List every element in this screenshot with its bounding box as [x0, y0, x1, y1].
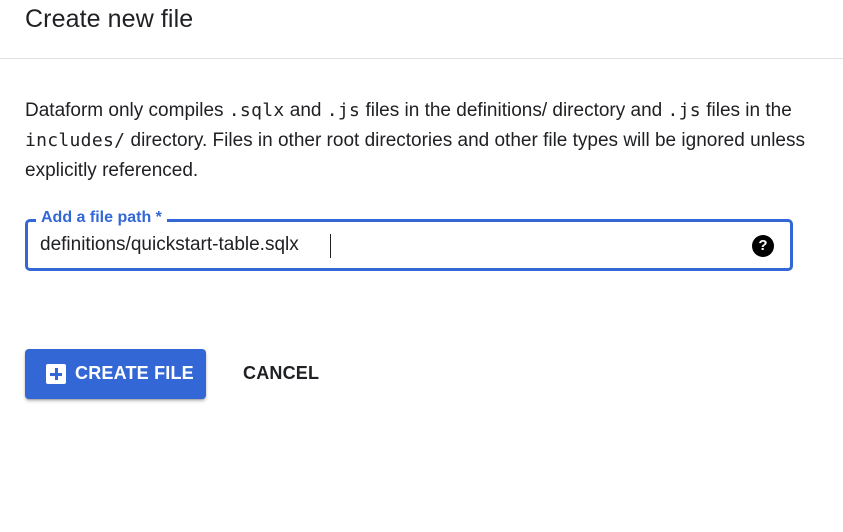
cancel-label: CANCEL: [243, 363, 320, 383]
code-js: .js: [326, 100, 361, 121]
help-icon[interactable]: ?: [752, 235, 774, 257]
file-path-field[interactable]: Add a file path * ?: [25, 208, 793, 271]
file-path-label: Add a file path *: [36, 208, 167, 228]
description-text: files in the definitions/ directory and: [360, 100, 668, 121]
create-file-button[interactable]: CREATE FILE: [25, 349, 206, 399]
add-box-icon: [46, 364, 66, 384]
dialog-description: Dataform only compiles .sqlx and .js fil…: [25, 96, 815, 186]
dialog-header: Create new file: [0, 0, 843, 59]
description-text: files in the: [700, 100, 792, 121]
cancel-button[interactable]: CANCEL: [228, 349, 330, 399]
text-cursor: [330, 234, 331, 258]
description-text: directory. Files in other root directori…: [25, 130, 805, 181]
create-file-label: CREATE FILE: [75, 363, 194, 383]
code-js: .js: [667, 100, 701, 121]
code-includes: includes/: [25, 130, 126, 151]
code-sqlx: .sqlx: [228, 100, 285, 121]
description-text: Dataform only compiles: [25, 100, 229, 121]
create-file-dialog: Create new file Dataform only compiles .…: [0, 0, 843, 532]
dialog-title: Create new file: [25, 5, 194, 33]
file-path-input[interactable]: [40, 230, 740, 260]
description-text: and: [284, 100, 327, 121]
